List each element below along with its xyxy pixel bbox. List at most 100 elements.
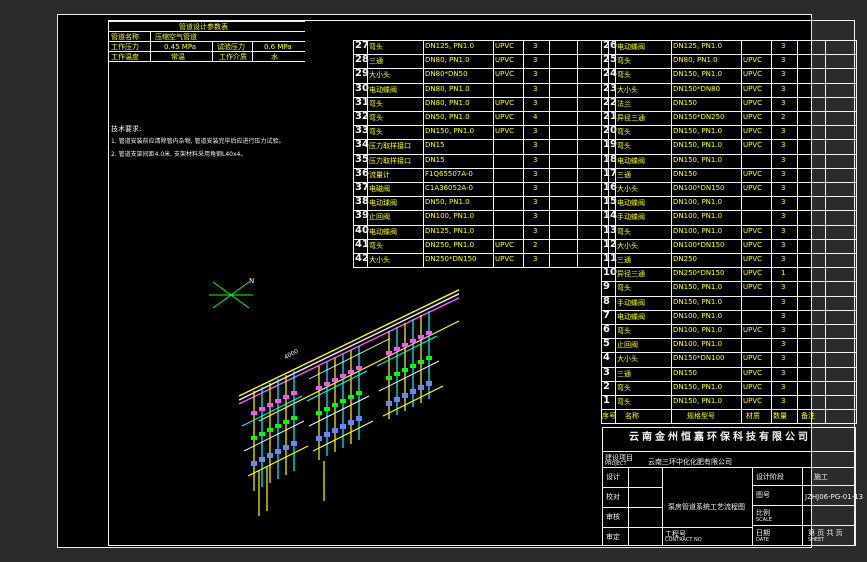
parameter-table-title: 管道设计参数表 — [179, 23, 228, 31]
bom-item-no: 5 — [603, 338, 610, 349]
bom-item-qty: 3 — [533, 170, 538, 178]
param-cell: 管道名称 — [111, 33, 139, 41]
bom-item-spec: DN250*DN150 — [673, 269, 725, 277]
bom-item-material: UPVC — [743, 184, 763, 192]
valve-icon — [410, 364, 416, 368]
bom-item-spec: DN80, PN1.0 — [425, 85, 470, 93]
bom-item-spec: DN80*DN50 — [425, 70, 468, 78]
pump-icon — [340, 424, 346, 429]
bom-item-qty: 3 — [781, 255, 786, 263]
valve-icon — [394, 347, 400, 351]
bom-item-qty: 3 — [533, 56, 538, 64]
bom-item-material: UPVC — [495, 42, 515, 50]
bom-item-no: 36 — [355, 168, 369, 179]
bom-item-no: 40 — [355, 225, 369, 236]
param-cell: 0.6 MPa — [264, 43, 292, 51]
bom-item-spec: DN150*DN100 — [673, 354, 725, 362]
bom-item-name: 电动蝶阀 — [617, 157, 645, 165]
bom-item-no: 42 — [355, 253, 369, 264]
title-block: 云南金州恒嘉环保科技有限公司 建设项目 PROJECT 云南三环中化化肥有限公司… — [602, 427, 863, 546]
bom-item-spec: DN100*DN150 — [673, 184, 725, 192]
bom-item-qty: 1 — [781, 269, 786, 277]
bom-item-name: 电动蝶阀 — [369, 228, 397, 236]
bom-item-qty: 3 — [533, 184, 538, 192]
bom-item-qty: 3 — [533, 255, 538, 263]
bom-item-no: 26 — [603, 40, 617, 51]
bom-item-material: UPVC — [743, 255, 763, 263]
bom-item-name: 弯头 — [369, 242, 383, 250]
valve-icon — [410, 339, 416, 343]
bom-item-name: 手动蝶阀 — [617, 299, 645, 307]
bom-item-spec: DN125, PN1.0 — [425, 42, 475, 50]
bom-item-spec: DN100*DN150 — [673, 241, 725, 249]
valve-icon — [402, 343, 408, 347]
bom-item-material: UPVC — [743, 369, 763, 377]
pump-icon — [275, 449, 281, 454]
valve-icon — [340, 374, 346, 378]
bom-item-material: UPVC — [495, 99, 515, 107]
valve-icon — [324, 407, 330, 411]
valve-icon — [356, 366, 362, 370]
bom-item-qty: 3 — [781, 127, 786, 135]
bom-item-material: UPVC — [743, 99, 763, 107]
drawing-frame: 管道设计参数表 管道名称 压缩空气管道 工作压力 0.45 MPa 试验压力 0… — [108, 20, 863, 546]
bom-item-qty: 3 — [781, 369, 786, 377]
bom-item-material: UPVC — [495, 56, 515, 64]
pump-icon — [316, 436, 322, 441]
bom-item-material: UPVC — [743, 227, 763, 235]
isometric-piping-drawing — [238, 289, 459, 516]
bom-item-name: 弯头 — [617, 284, 631, 292]
param-cell: 常温 — [171, 53, 185, 61]
bom-item-qty: 3 — [781, 56, 786, 64]
bom-item-material: UPVC — [743, 269, 763, 277]
bom-item-no: 21 — [603, 111, 617, 122]
pump-icon — [356, 416, 362, 421]
bom-item-name: 三通 — [369, 57, 383, 65]
valve-icon — [283, 420, 289, 424]
bom-item-no: 37 — [355, 182, 369, 193]
bom-item-spec: DN50, PN1.0 — [425, 113, 470, 121]
bom-header-cell: 材质 — [746, 412, 760, 420]
bom-item-spec: DN100, PN1.0 — [425, 212, 475, 220]
bom-item-no: 6 — [603, 324, 610, 335]
note-line: 2. 管道支架间距4.0米, 支架材料采用角钢L40x4。 — [111, 151, 247, 158]
bom-item-name: 电动蝶阀 — [617, 199, 645, 207]
bom-item-spec: DN80, PN1.0 — [425, 99, 470, 107]
bom-item-name: 手动蝶阀 — [617, 213, 645, 221]
bom-item-name: 三通 — [617, 370, 631, 378]
bom-item-spec: DN150, PN1.0 — [673, 70, 723, 78]
drawing-title: 泵房管道系统工艺流程图 — [668, 503, 745, 511]
bom-item-name: 大小头 — [617, 355, 638, 363]
stage-label: 设计阶段 — [756, 473, 784, 481]
bom-item-qty: 3 — [533, 70, 538, 78]
scale-label: 比例 — [756, 509, 770, 517]
bom-item-spec: DN150*DN80 — [673, 85, 721, 93]
pump-icon — [394, 397, 400, 402]
valve-icon — [386, 351, 392, 355]
bom-item-name: 弯头 — [617, 71, 631, 79]
param-cell: 水 — [271, 53, 278, 61]
valve-icon — [259, 432, 265, 436]
bom-item-qty: 2 — [781, 113, 786, 121]
bom-item-name: 大小头 — [369, 71, 390, 79]
valve-icon — [340, 399, 346, 403]
bom-item-no: 33 — [355, 125, 369, 136]
bom-item-name: 弯头 — [617, 327, 631, 335]
bom-item-spec: DN100, PN1.0 — [673, 312, 723, 320]
bom-item-material: UPVC — [743, 85, 763, 93]
bom-item-no: 24 — [603, 68, 617, 79]
bom-item-spec: DN15 — [425, 141, 445, 149]
bom-item-material: UPVC — [495, 70, 515, 78]
bom-item-qty: 3 — [781, 212, 786, 220]
param-cell: 压缩空气管道 — [155, 33, 197, 41]
bom-item-material: UPVC — [495, 241, 515, 249]
bom-item-material: UPVC — [495, 127, 515, 135]
bom-item-spec: DN150, PN1.0 — [673, 127, 723, 135]
valve-icon — [267, 428, 273, 432]
bom-table-right: 26 电动蝶阀 DN125, PN1.0 3 25 弯头 DN80, PN1.0 UPVC 3 2… — [601, 40, 857, 424]
valve-icon — [283, 395, 289, 399]
bom-item-spec: DN150 — [673, 369, 697, 377]
bom-item-name: 弯头 — [369, 114, 383, 122]
bom-item-no: 12 — [603, 239, 617, 250]
bom-item-name: 大小头 — [617, 185, 638, 193]
